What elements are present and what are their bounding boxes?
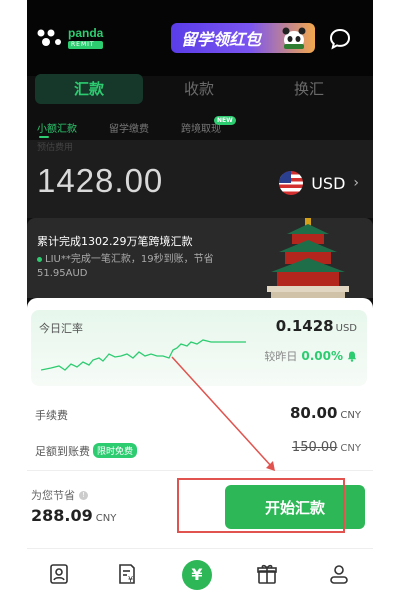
free-badge: 限时免费 [93,443,138,458]
svg-text:¥: ¥ [128,575,133,584]
amount-section: 预估费用 1428.00 USD › [27,140,373,218]
tab-exchange[interactable]: 换汇 [255,74,363,104]
stats-banner: 累计完成1302.29万笔跨境汇款 LIU**完成一笔汇款，19秒到账，节省51… [27,218,373,298]
panda-mascot-icon [282,27,306,49]
logo-name: panda [68,26,104,40]
exchange-rate-box: 今日汇率 0.1428 USD 较昨日 0.00% [31,310,367,386]
fee-number: 80.00 [289,404,338,422]
bottom-nav: ¥ ¥ [27,548,373,600]
savings-value: 288.09 CNY [31,506,116,525]
divider [27,470,373,471]
fee-value: 80.00 CNY [290,404,361,422]
savings-label: 为您节省 ! [31,487,88,503]
subtab-tuition[interactable]: 留学缴费 [109,120,149,135]
nav-bill-icon[interactable]: ¥ [115,562,139,586]
bell-icon[interactable] [347,351,357,362]
promo-banner[interactable]: 留学领红包 [171,23,315,53]
rate-value: 0.1428 USD [276,317,357,335]
full-amount-value: 150.00 CNY [292,440,361,455]
rate-number: 0.1428 [275,317,334,335]
temple-of-heaven-icon [267,218,349,298]
fee-row: 手续费 80.00 CNY [35,404,361,424]
top-bar: panda REMIT 留学领红包 [27,0,373,76]
nav-account-book-icon[interactable] [47,562,71,586]
full-amount-number: 150.00 [291,440,338,455]
panda-logo: panda REMIT [37,26,104,49]
tab-receive[interactable]: 收款 [145,74,253,104]
savings-label-text: 为您节省 [31,489,75,502]
fee-unit: CNY [340,410,361,421]
nav-remit-icon[interactable]: ¥ [182,560,212,590]
banner-title: 累计完成1302.29万笔跨境汇款 [37,235,193,248]
nav-profile-icon[interactable] [327,562,351,586]
fee-label: 手续费 [35,409,68,422]
currency-code: USD [311,173,346,193]
nav-gift-icon[interactable] [255,562,279,586]
new-badge: NEW [214,116,236,125]
banner-detail: LIU**完成一笔汇款，19秒到账，节省51.95AUD [37,253,257,281]
savings-unit: CNY [95,513,117,524]
promo-text: 留学领红包 [181,30,262,49]
amount-input[interactable]: 1428.00 [37,162,163,200]
chevron-right-icon: › [353,175,359,191]
rate-unit: USD [335,323,357,334]
full-amount-label: 足额到账费 限时免费 [35,443,138,459]
full-amount-row: 足额到账费 限时免费 150.00 CNY [35,440,361,460]
us-flag-icon [279,171,304,195]
green-dot-icon [37,256,42,262]
subtab-underline [39,136,49,138]
currency-selector[interactable]: USD › [279,171,359,195]
chat-icon[interactable] [329,28,351,50]
savings-number: 288.09 [31,506,93,525]
rate-sparkline [41,339,246,371]
full-amount-unit: CNY [340,443,361,454]
sub-tabs: 小额汇款 留学缴费 跨境取现 NEW [27,116,373,140]
info-icon[interactable]: ! [79,490,88,500]
rate-change-value: 0.00% [301,349,343,363]
highlight-box [177,478,345,533]
panda-logo-icon [37,29,61,46]
banner-detail-text: LIU**完成一笔汇款，19秒到账，节省51.95AUD [37,254,214,279]
tab-remit[interactable]: 汇款 [35,74,143,104]
rate-change: 较昨日 0.00% [264,348,357,364]
logo-sub: REMIT [68,41,104,49]
amount-hint: 预估费用 [37,143,74,153]
rate-change-label: 较昨日 [264,350,298,363]
main-tabs: 汇款 收款 换汇 [27,70,373,106]
subtab-small-remit[interactable]: 小额汇款 [37,120,77,135]
full-amount-label-text: 足额到账费 [35,445,90,458]
